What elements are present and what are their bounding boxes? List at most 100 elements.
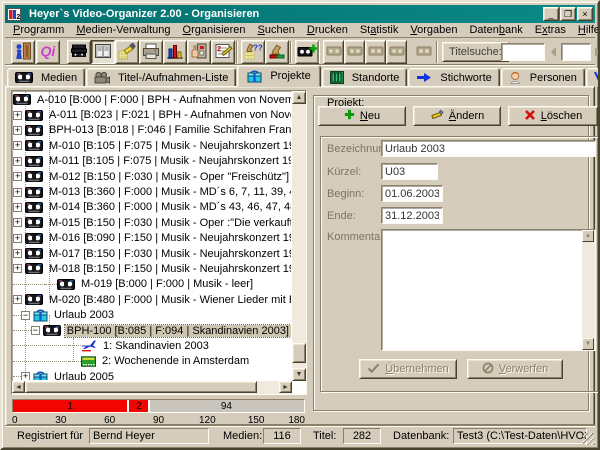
expand-icon[interactable]: + — [21, 372, 30, 380]
expand-icon[interactable]: + — [13, 218, 22, 227]
stamp-color-button[interactable] — [265, 40, 289, 64]
kommentar-scrollbar[interactable]: ▲ ▼ — [582, 230, 595, 350]
tree-item-m-015-b-150-f-030-m[interactable]: +M-015 [B:150 | F:030 | Musik - Oper :"D… — [13, 215, 291, 230]
minimize-button[interactable]: _ — [543, 7, 559, 21]
organize-button[interactable] — [91, 40, 115, 64]
record-prev-icon[interactable] — [551, 47, 556, 57]
stamp-check-button[interactable]: ?? — [241, 40, 265, 64]
apply-button[interactable]: Übernehmen — [359, 359, 457, 379]
tree-item-m-017-b-150-f-030-m[interactable]: +M-017 [B:150 | F:030 | Musik - Neujahrs… — [13, 246, 291, 261]
tree-item-m-016-b-090-f-150-m[interactable]: +M-016 [B:090 | F:150 | Musik - Neujahrs… — [13, 231, 291, 246]
discard-button[interactable]: Verwerfen — [467, 359, 563, 379]
title-search-button[interactable]: Titelsuche: — [442, 42, 509, 62]
menu-extras[interactable]: Extras — [529, 24, 572, 36]
menu-datenbank[interactable]: Datenbank — [463, 24, 528, 36]
expand-icon[interactable]: + — [13, 249, 22, 258]
exit-button[interactable] — [11, 40, 35, 64]
tree-item-bph-100-b-085-f-094[interactable]: −BPH-100 [B:085 | F:094 | Skandinavien 2… — [13, 323, 291, 338]
tree-item-urlaub-2005[interactable]: +Urlaub 2005 — [13, 369, 291, 380]
beginn-field[interactable] — [381, 185, 443, 202]
media-action-1-button[interactable] — [323, 40, 344, 64]
scroll-left-icon[interactable]: ◄ — [12, 381, 25, 393]
tree-vertical-scrollbar[interactable]: ▲ ▼ — [292, 91, 306, 381]
tab-projekte[interactable]: Projekte — [237, 65, 320, 87]
menu-medien-verwaltung[interactable]: Medien-Verwaltung — [70, 24, 176, 36]
search-media-button[interactable] — [115, 40, 139, 64]
expand-icon[interactable]: + — [13, 172, 22, 181]
record-nav-input[interactable] — [561, 43, 591, 61]
defaults-button[interactable] — [187, 40, 211, 64]
expand-icon[interactable]: + — [13, 234, 22, 243]
tree-item-m-011-b-105-f-075-m[interactable]: +M-011 [B:105 | F:075 | Musik - Neujahrs… — [13, 154, 291, 169]
media-action-5-button[interactable] — [413, 40, 434, 64]
print-button[interactable] — [139, 40, 163, 64]
scrollbar-thumb[interactable] — [25, 381, 257, 393]
menu-statistik[interactable]: Statistik — [354, 24, 405, 36]
expand-icon[interactable]: + — [13, 188, 22, 197]
tree-item-m-020-b-480-f-000-m[interactable]: +M-020 [B:480 | F:000 | Musik - Wiener L… — [13, 292, 291, 307]
scroll-up-icon[interactable]: ▲ — [292, 91, 306, 104]
tree-item-m-019-b-000-f-000-m[interactable]: M-019 [B:000 | F:000 | Musik - leer] — [13, 277, 291, 292]
tree-item-m-012-b-150-f-030-m[interactable]: +M-012 [B:150 | F:030 | Musik - Oper "Fr… — [13, 169, 291, 184]
add-media-button[interactable] — [295, 40, 319, 64]
airplane-icon — [81, 339, 97, 352]
resize-grip[interactable] — [583, 433, 595, 445]
tree-horizontal-scrollbar[interactable]: ◄ ► — [12, 381, 292, 394]
tree-item-1-skandinavien-2003[interactable]: 1: Skandinavien 2003 — [13, 338, 291, 353]
tree-item-a-010-b-000-f-000-b[interactable]: A-010 [B:000 | F:000 | BPH - Aufnahmen v… — [13, 92, 291, 107]
tree-item-m-018-b-150-f-150-m[interactable]: +M-018 [B:150 | F:150 | Musik - Neujahrs… — [13, 261, 291, 276]
media-action-2-button[interactable] — [344, 40, 365, 64]
tree-item-a-011-b-023-f-021-b[interactable]: +A-011 [B:023 | F:021 | BPH - Aufnahmen … — [13, 107, 291, 122]
tab-standorte[interactable]: Standorte — [322, 68, 408, 87]
menu-hilfe[interactable]: Hilfe — [572, 24, 600, 36]
expand-icon[interactable]: + — [13, 203, 22, 212]
title-search-input[interactable] — [501, 43, 545, 61]
scrollbar-thumb[interactable] — [292, 343, 306, 363]
scroll-right-icon[interactable]: ► — [279, 381, 292, 393]
edit-button[interactable]: Ändern — [413, 106, 501, 126]
menu-suchen[interactable]: Suchen — [252, 24, 301, 36]
collapse-icon[interactable]: − — [31, 326, 40, 335]
scroll-down-icon[interactable]: ▼ — [292, 368, 306, 381]
expand-icon[interactable]: + — [13, 157, 22, 166]
expand-icon[interactable]: + — [13, 264, 22, 273]
tree-item-bph-013-b-018-f-046[interactable]: +BPH-013 [B:018 | F:046 | Familie Schifa… — [13, 123, 291, 138]
expand-icon[interactable]: + — [13, 141, 22, 150]
expand-icon[interactable]: + — [13, 111, 22, 120]
tab-personen[interactable]: Personen — [501, 68, 585, 87]
tree-item-m-014-b-360-f-000-m[interactable]: +M-014 [B:360 | F:000 | Musik - MD´s 43,… — [13, 200, 291, 215]
tree-item-m-010-b-105-f-075-m[interactable]: +M-010 [B:105 | F:075 | Musik - Neujahrs… — [13, 138, 291, 153]
expand-icon[interactable]: + — [13, 295, 22, 304]
ende-field[interactable] — [381, 207, 443, 224]
close-button[interactable]: × — [577, 7, 593, 21]
record-next-icon[interactable] — [595, 47, 600, 57]
database-edit-button[interactable]: 2 — [211, 40, 235, 64]
menu-programm[interactable]: Programm — [7, 24, 70, 36]
quickinfo-button[interactable]: Qi — [36, 40, 60, 64]
tab-klassifizierungen[interactable]: Klassifizierungen — [586, 68, 600, 87]
tree-item-urlaub-2003[interactable]: −Urlaub 2003 — [13, 307, 291, 322]
tab-stichworte[interactable]: Stichworte — [408, 68, 499, 87]
kuerzel-field[interactable] — [381, 163, 438, 180]
tree-item-m-013-b-360-f-000-m[interactable]: + M-013 [B:360 | F:000 | Musik - MD´s 6, … — [13, 184, 291, 199]
tab-titel-aufnahmen-liste[interactable]: Titel-/Aufnahmen-Liste — [86, 68, 236, 87]
scroll-down-icon[interactable]: ▼ — [582, 338, 594, 350]
bezeichnung-field[interactable] — [381, 140, 596, 157]
scroll-up-icon[interactable]: ▲ — [582, 230, 594, 242]
collapse-icon[interactable]: − — [21, 311, 30, 320]
media-action-3-button[interactable] — [365, 40, 386, 64]
maximize-button[interactable]: ❐ — [560, 7, 576, 21]
tree-item-2-wochenende-in-amsterd[interactable]: 2: Wochenende in Amsterdam — [13, 354, 291, 369]
menu-vorgaben[interactable]: Vorgaben — [404, 24, 463, 36]
tab-medien[interactable]: Medien — [7, 68, 85, 87]
expand-icon[interactable]: + — [13, 126, 22, 135]
delete-button[interactable]: Löschen — [508, 106, 598, 126]
new-button[interactable]: Neu — [318, 106, 406, 126]
tree-item-label: M-013 [B:360 | F:000 | Musik - MD´s 6, 7… — [47, 186, 291, 198]
media-management-button[interactable] — [67, 40, 91, 64]
kommentar-field[interactable]: ▲ ▼ — [381, 229, 596, 351]
menu-drucken[interactable]: Drucken — [301, 24, 354, 36]
media-action-4-button[interactable] — [386, 40, 407, 64]
statistics-button[interactable] — [163, 40, 187, 64]
menu-organisieren[interactable]: Organisieren — [177, 24, 252, 36]
